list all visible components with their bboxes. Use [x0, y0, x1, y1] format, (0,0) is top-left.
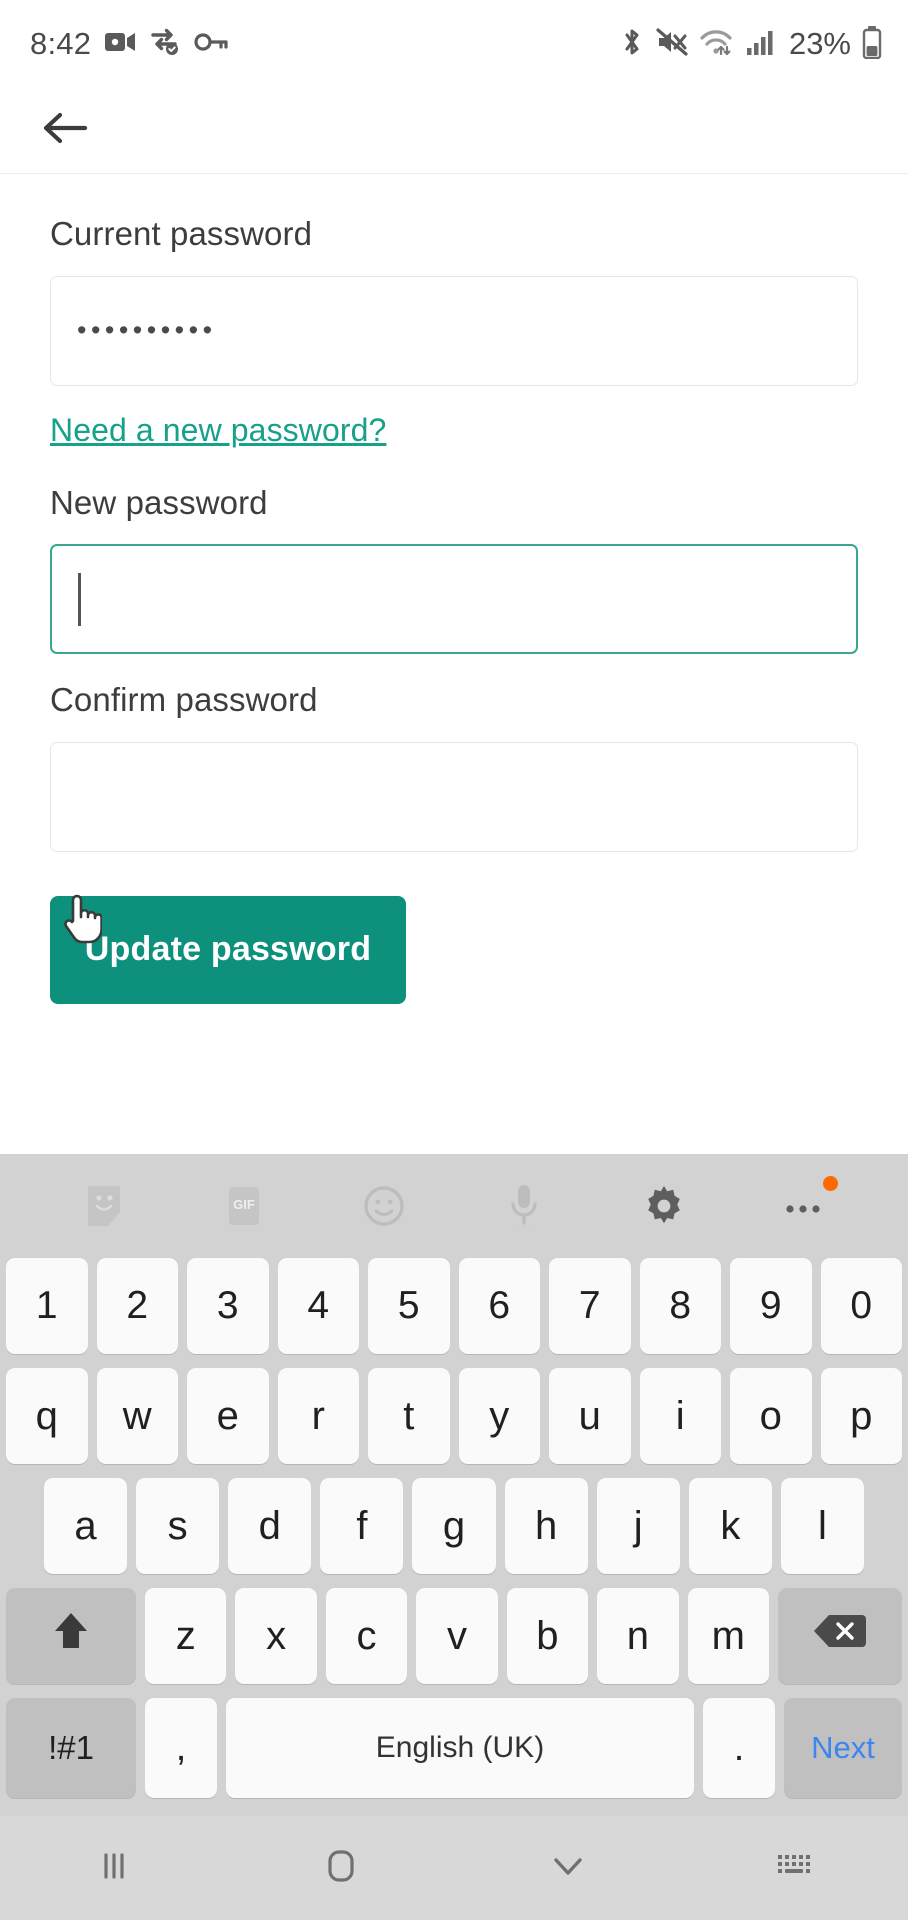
- more-options-icon[interactable]: [772, 1174, 838, 1238]
- confirm-password-input[interactable]: [50, 741, 858, 852]
- recents-icon: [92, 1844, 136, 1893]
- key-j[interactable]: j: [596, 1478, 680, 1574]
- key-q[interactable]: q: [6, 1368, 88, 1464]
- key-r[interactable]: r: [277, 1368, 359, 1464]
- key-a[interactable]: a: [44, 1478, 128, 1574]
- key-0[interactable]: 0: [820, 1258, 902, 1354]
- key-f[interactable]: f: [320, 1478, 404, 1574]
- text-caret: [78, 572, 81, 626]
- key-5[interactable]: 5: [368, 1258, 450, 1354]
- phone-screen: 8:42 23% Current password •••••••••• Nee…: [0, 0, 908, 1920]
- keyboard-toolbar: GIF: [0, 1154, 908, 1258]
- key-9[interactable]: 9: [730, 1258, 812, 1354]
- microphone-icon[interactable]: [492, 1174, 556, 1238]
- key-p[interactable]: p: [820, 1368, 902, 1464]
- sticker-icon[interactable]: [72, 1174, 136, 1238]
- status-bar-right: 23%: [619, 25, 882, 64]
- period-key[interactable]: .: [703, 1698, 775, 1798]
- status-clock: 8:42: [30, 26, 92, 61]
- system-navigation-bar: [0, 1816, 908, 1920]
- key-8[interactable]: 8: [639, 1258, 721, 1354]
- status-bar-left: 8:42: [30, 26, 228, 62]
- signal-bars-icon: [746, 28, 774, 61]
- chevron-down-icon: [545, 1846, 591, 1891]
- battery-icon: [862, 25, 882, 64]
- need-new-password-link[interactable]: Need a new password?: [50, 412, 386, 449]
- key-2[interactable]: 2: [96, 1258, 178, 1354]
- comma-key[interactable]: ,: [145, 1698, 217, 1798]
- current-password-input[interactable]: ••••••••••: [50, 275, 858, 386]
- key-i[interactable]: i: [639, 1368, 721, 1464]
- key-x[interactable]: x: [235, 1588, 317, 1684]
- settings-gear-icon[interactable]: [632, 1174, 696, 1238]
- key-s[interactable]: s: [136, 1478, 220, 1574]
- key-w[interactable]: w: [96, 1368, 178, 1464]
- update-password-button[interactable]: Update password: [50, 895, 406, 1004]
- key-n[interactable]: n: [597, 1588, 679, 1684]
- key-3[interactable]: 3: [187, 1258, 269, 1354]
- key-g[interactable]: g: [412, 1478, 496, 1574]
- keyboard-switch-button[interactable]: [681, 1848, 908, 1889]
- key-z[interactable]: z: [145, 1588, 227, 1684]
- home-button[interactable]: [227, 1843, 454, 1894]
- password-form: Current password •••••••••• Need a new p…: [0, 174, 908, 1004]
- key-o[interactable]: o: [730, 1368, 812, 1464]
- vpn-key-icon: [194, 29, 228, 60]
- key-h[interactable]: h: [504, 1478, 588, 1574]
- wifi-icon: [699, 27, 735, 62]
- key-b[interactable]: b: [506, 1588, 589, 1684]
- next-key[interactable]: Next: [784, 1698, 902, 1798]
- battery-percent-label: 23%: [788, 26, 851, 61]
- confirm-password-label: Confirm password: [50, 681, 318, 719]
- key-1[interactable]: 1: [6, 1258, 88, 1354]
- key-d[interactable]: d: [228, 1478, 312, 1574]
- keyboard-switch-icon: [772, 1848, 818, 1889]
- key-4[interactable]: 4: [277, 1258, 359, 1354]
- hide-keyboard-button[interactable]: [454, 1846, 681, 1891]
- app-bar: [0, 88, 908, 174]
- video-camera-icon: [104, 27, 136, 62]
- key-7[interactable]: 7: [549, 1258, 631, 1354]
- keyboard-row-numbers: 1 2 3 4 5 6 7 8 9 0: [0, 1258, 908, 1354]
- key-y[interactable]: y: [458, 1368, 540, 1464]
- keyboard-row-bottom: !#1 , English (UK) . Next: [0, 1698, 908, 1798]
- key-v[interactable]: v: [416, 1588, 498, 1684]
- shift-arrow-icon: [48, 1607, 94, 1665]
- shift-key[interactable]: [6, 1588, 136, 1684]
- backspace-key[interactable]: [777, 1588, 902, 1684]
- svg-text:GIF: GIF: [233, 1197, 255, 1212]
- current-password-value: ••••••••••: [77, 315, 217, 346]
- back-button[interactable]: [34, 100, 96, 162]
- space-key[interactable]: English (UK): [226, 1698, 694, 1798]
- keyboard-row-top: q w e r t y u i o p: [0, 1368, 908, 1464]
- symbols-key[interactable]: !#1: [6, 1698, 136, 1798]
- emoji-icon[interactable]: [352, 1174, 416, 1238]
- current-password-label: Current password: [50, 215, 313, 252]
- key-m[interactable]: m: [687, 1588, 769, 1684]
- key-k[interactable]: k: [688, 1478, 772, 1574]
- recents-button[interactable]: [0, 1844, 227, 1893]
- bluetooth-icon: [619, 26, 645, 63]
- key-u[interactable]: u: [549, 1368, 631, 1464]
- status-bar: 8:42 23%: [0, 0, 908, 88]
- on-screen-keyboard: GIF 1 2 3 4 5 6 7 8 9 0 q w e r t y u i …: [0, 1154, 908, 1816]
- notification-badge-dot: [823, 1176, 838, 1191]
- keyboard-row-home: a s d f g h j k l: [0, 1478, 908, 1574]
- home-icon: [318, 1843, 364, 1894]
- key-t[interactable]: t: [368, 1368, 450, 1464]
- key-c[interactable]: c: [325, 1588, 408, 1684]
- key-l[interactable]: l: [780, 1478, 864, 1574]
- mute-icon: [656, 27, 688, 62]
- new-password-label: New password: [50, 483, 268, 521]
- gif-icon[interactable]: GIF: [212, 1174, 276, 1238]
- new-password-input[interactable]: [50, 544, 858, 655]
- data-saver-icon: [149, 27, 181, 62]
- keyboard-row-bottom-letters: z x c v b n m: [0, 1588, 908, 1684]
- back-arrow-icon: [40, 108, 90, 153]
- backspace-icon: [812, 1611, 868, 1661]
- key-e[interactable]: e: [187, 1368, 269, 1464]
- key-6[interactable]: 6: [458, 1258, 540, 1354]
